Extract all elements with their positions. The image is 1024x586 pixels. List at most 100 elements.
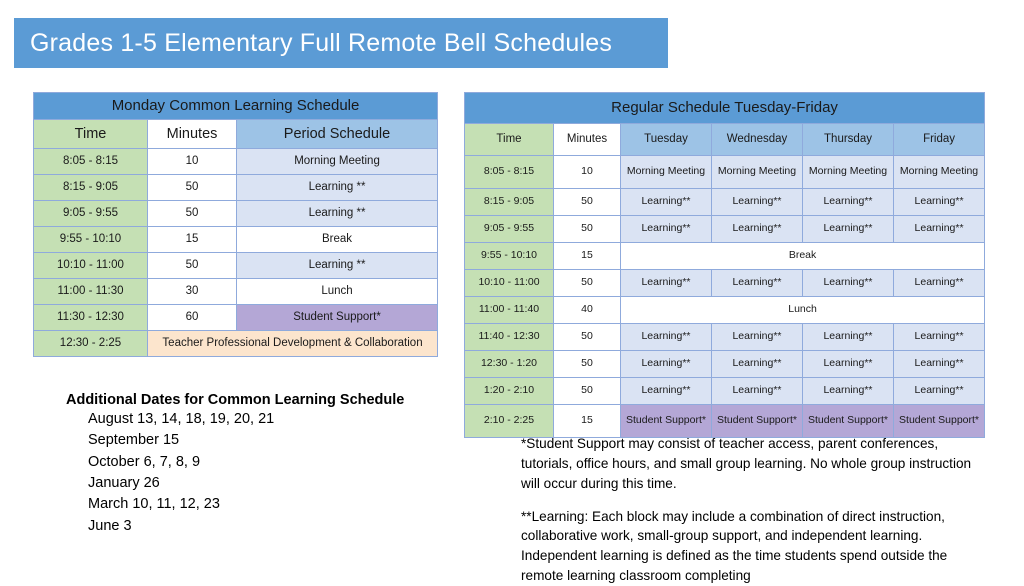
cell-minutes: 50 <box>553 215 621 243</box>
page-title: Grades 1-5 Elementary Full Remote Bell S… <box>30 28 613 57</box>
cell-activity: Learning** <box>620 350 712 378</box>
cell-activity: Learning** <box>802 215 894 243</box>
cell-minutes: 50 <box>147 174 237 201</box>
column-header-minutes: Minutes <box>553 123 621 156</box>
table-row-teacher-pd: 12:30 - 2:25 Teacher Professional Develop… <box>33 330 439 357</box>
cell-time: 10:10 - 11:00 <box>33 252 148 279</box>
cell-activity: Learning** <box>802 350 894 378</box>
column-header-time: Time <box>464 123 554 156</box>
cell-time: 8:05 - 8:15 <box>464 155 554 189</box>
cell-activity: Learning** <box>620 215 712 243</box>
column-header-period-schedule: Period Schedule <box>235 119 439 149</box>
table-row: 8:15 - 9:05 50 Learning** Learning** Learnin… <box>464 188 986 216</box>
footnote-learning: **Learning: Each block may include a com… <box>521 508 948 584</box>
cell-time: 11:30 - 12:30 <box>33 304 148 331</box>
column-header-tuesday: Tuesday <box>620 123 712 156</box>
cell-span-activity: Break <box>619 242 986 270</box>
monday-common-learning-schedule-table: Monday Common Learning Schedule Time Minut… <box>32 92 439 357</box>
cell-activity: Morning Meeting <box>620 155 712 189</box>
cell-activity: Learning** <box>620 269 712 297</box>
cell-activity: Learning** <box>802 269 894 297</box>
footnote-student-support: *Student Support may consist of teacher … <box>521 436 972 491</box>
cell-activity: Learning** <box>892 377 986 405</box>
cell-activity: Learning** <box>802 188 894 216</box>
cell-minutes: 60 <box>147 304 237 331</box>
cell-time: 11:00 - 11:30 <box>33 278 148 305</box>
cell-time: 11:40 - 12:30 <box>464 323 554 351</box>
cell-activity: Learning** <box>711 269 803 297</box>
cell-minutes: 15 <box>553 404 621 438</box>
cell-time: 9:05 - 9:55 <box>33 200 148 227</box>
table-row: 2:10 - 2:25 15 Student Support* Student Sup… <box>464 404 986 438</box>
column-header-friday: Friday <box>892 123 986 156</box>
regular-table-banner: Regular Schedule Tuesday-Friday <box>463 92 986 124</box>
table-row: 12:30 - 1:20 50 Learning** Learning** Learni… <box>464 350 986 378</box>
column-header-thursday: Thursday <box>802 123 894 156</box>
additional-dates-block: Additional Dates for Common Learning Sch… <box>66 392 486 537</box>
cell-period: Learning ** <box>235 200 439 227</box>
cell-activity: Learning** <box>711 323 803 351</box>
cell-span-activity: Lunch <box>619 296 986 324</box>
cell-minutes: 50 <box>553 377 621 405</box>
cell-activity: Morning Meeting <box>892 155 986 189</box>
cell-activity: Morning Meeting <box>802 155 894 189</box>
cell-time: 11:00 - 11:40 <box>464 296 554 324</box>
additional-dates-list: August 13, 14, 18, 19, 20, 21 September 1… <box>66 409 486 537</box>
cell-period: Student Support* <box>235 304 439 331</box>
table-row: 11:30 - 12:30 60 Student Support* <box>33 304 439 331</box>
cell-time: 9:05 - 9:55 <box>464 215 554 243</box>
cell-time: 12:30 - 2:25 <box>33 330 148 357</box>
cell-period: Break <box>235 226 439 253</box>
list-item: June 3 <box>88 517 132 534</box>
cell-minutes: 10 <box>147 148 237 175</box>
table-row: 11:00 - 11:30 30 Lunch <box>33 278 439 305</box>
cell-activity: Learning** <box>802 323 894 351</box>
cell-minutes: 15 <box>553 242 621 270</box>
cell-time: 8:15 - 9:05 <box>33 174 148 201</box>
regular-header-row: Time Minutes Tuesday Wednesday Thursday Frida… <box>464 123 986 156</box>
cell-activity: Learning** <box>711 350 803 378</box>
table-row: 10:10 - 11:00 50 Learning** Learning** Learn… <box>464 269 986 297</box>
column-header-time: Time <box>33 119 148 149</box>
cell-activity: Student Support* <box>802 404 894 438</box>
table-row: 8:15 - 9:05 50 Learning ** <box>33 174 439 201</box>
cell-minutes: 50 <box>553 188 621 216</box>
cell-activity: Learning** <box>620 323 712 351</box>
cell-activity: Learning** <box>892 188 986 216</box>
cell-activity: Learning** <box>620 377 712 405</box>
cell-period: Learning ** <box>235 252 439 279</box>
cell-minutes: 10 <box>553 155 621 189</box>
cell-activity: Morning Meeting <box>711 155 803 189</box>
cell-minutes: 50 <box>553 323 621 351</box>
cell-time: 10:10 - 11:00 <box>464 269 554 297</box>
cell-activity: Learning** <box>892 215 986 243</box>
cell-activity: Learning** <box>892 269 986 297</box>
cell-activity: Student Support* <box>711 404 803 438</box>
cell-activity: Learning** <box>620 188 712 216</box>
cell-minutes: 50 <box>553 269 621 297</box>
list-item: October 6, 7, 8, 9 <box>88 453 201 470</box>
cell-time: 9:55 - 10:10 <box>464 242 554 270</box>
monday-table-banner: Monday Common Learning Schedule <box>32 92 439 120</box>
regular-banner-row: Regular Schedule Tuesday-Friday <box>463 92 986 124</box>
cell-activity: Learning** <box>892 350 986 378</box>
monday-banner-row: Monday Common Learning Schedule <box>32 92 439 120</box>
cell-time: 8:15 - 9:05 <box>464 188 554 216</box>
footnotes-block: *Student Support may consist of teacher … <box>521 434 983 586</box>
cell-activity: Student Support* <box>620 404 712 438</box>
cell-activity: Learning** <box>711 377 803 405</box>
cell-period: Morning Meeting <box>235 148 439 175</box>
cell-activity: Learning** <box>892 323 986 351</box>
cell-minutes: 50 <box>147 200 237 227</box>
cell-period: Lunch <box>235 278 439 305</box>
table-row: 8:05 - 8:15 10 Morning Meeting <box>33 148 439 175</box>
cell-minutes: 30 <box>147 278 237 305</box>
table-row: 8:05 - 8:15 10 Morning Meeting Morning Meet… <box>464 155 986 189</box>
cell-teacher-pd-label: Teacher Professional Development & Colla… <box>146 330 439 357</box>
cell-activity: Learning** <box>711 188 803 216</box>
column-header-minutes: Minutes <box>147 119 237 149</box>
cell-activity: Learning** <box>711 215 803 243</box>
cell-minutes: 50 <box>147 252 237 279</box>
cell-time: 8:05 - 8:15 <box>33 148 148 175</box>
additional-dates-heading: Additional Dates for Common Learning Sch… <box>66 392 405 408</box>
